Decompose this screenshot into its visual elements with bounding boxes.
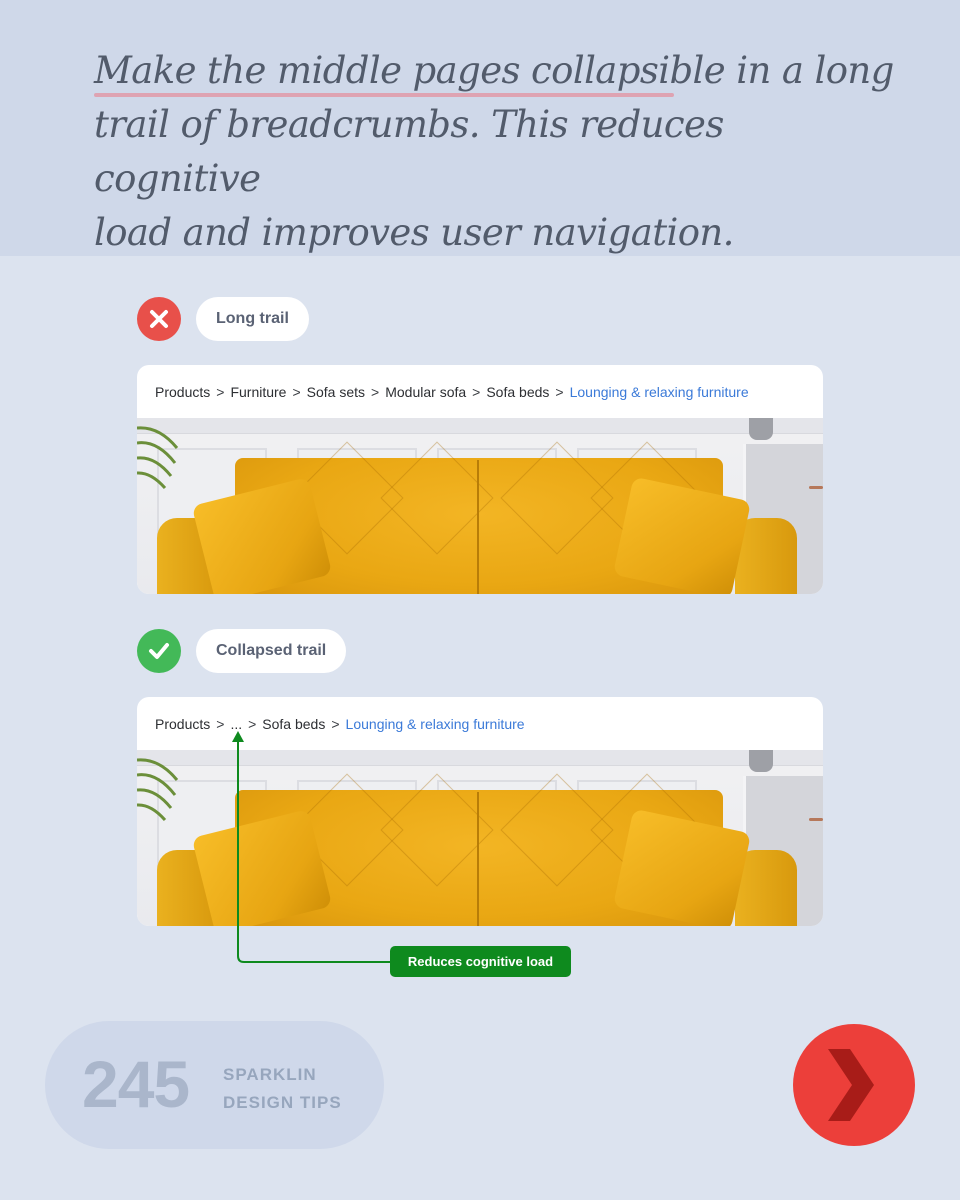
headline-line3: load and improves user navigation. (94, 211, 734, 254)
sofa-image (137, 418, 823, 594)
long-trail-label-row: Long trail (137, 297, 309, 341)
sofa-image (137, 750, 823, 926)
tip-number: 245 (82, 1047, 190, 1121)
headline-line2: trail of breadcrumbs. This reduces cogni… (94, 103, 724, 200)
breadcrumb-item-sofa-sets[interactable]: Sofa sets (307, 384, 365, 400)
headline-line1-rest: in a long (725, 49, 894, 92)
breadcrumb-item-products[interactable]: Products (155, 384, 210, 400)
breadcrumb-item-modular-sofa[interactable]: Modular sofa (385, 384, 466, 400)
breadcrumb: Products > Furniture > Sofa sets > Modul… (137, 365, 823, 418)
callout-badge: Reduces cognitive load (390, 946, 571, 977)
brand-name: SPARKLIN DESIGN TIPS (223, 1061, 342, 1117)
chevron-right-icon: > (331, 715, 340, 732)
check-icon (137, 629, 181, 673)
chevron-right-icon: > (472, 383, 481, 400)
chevron-right-icon: > (371, 383, 380, 400)
breadcrumb-ellipsis[interactable]: ... (230, 716, 242, 732)
chevron-right-icon: > (216, 715, 225, 732)
collapsed-trail-pill: Collapsed trail (196, 629, 347, 673)
chevron-right-icon: > (292, 383, 301, 400)
breadcrumb-item-products[interactable]: Products (155, 716, 210, 732)
collapsed-trail-card: Products > ... > Sofa beds > Lounging & … (137, 697, 823, 926)
collapsed-trail-label-row: Collapsed trail (137, 629, 347, 673)
x-icon (137, 297, 181, 341)
brand-line1: SPARKLIN (223, 1065, 317, 1084)
breadcrumb-item-sofa-beds[interactable]: Sofa beds (262, 716, 325, 732)
long-trail-card: Products > Furniture > Sofa sets > Modul… (137, 365, 823, 594)
headline: Make the middle pages collapsible in a l… (94, 44, 894, 260)
breadcrumb-item-sofa-beds[interactable]: Sofa beds (486, 384, 549, 400)
brand-line2: DESIGN TIPS (223, 1093, 342, 1112)
breadcrumb-item-current[interactable]: Lounging & relaxing furniture (570, 384, 749, 400)
chevron-right-icon: > (248, 715, 257, 732)
breadcrumb-item-furniture[interactable]: Furniture (230, 384, 286, 400)
chevron-right-icon: > (216, 383, 225, 400)
breadcrumb-item-current[interactable]: Lounging & relaxing furniture (346, 716, 525, 732)
plant-icon (137, 758, 179, 821)
plant-icon (137, 426, 179, 489)
long-trail-pill: Long trail (196, 297, 309, 341)
next-button[interactable] (793, 1024, 915, 1146)
headline-highlight: Make the middle pages collapsible (94, 49, 726, 92)
chevron-right-icon (828, 1049, 874, 1121)
breadcrumb: Products > ... > Sofa beds > Lounging & … (137, 697, 823, 750)
chevron-right-icon: > (555, 383, 564, 400)
